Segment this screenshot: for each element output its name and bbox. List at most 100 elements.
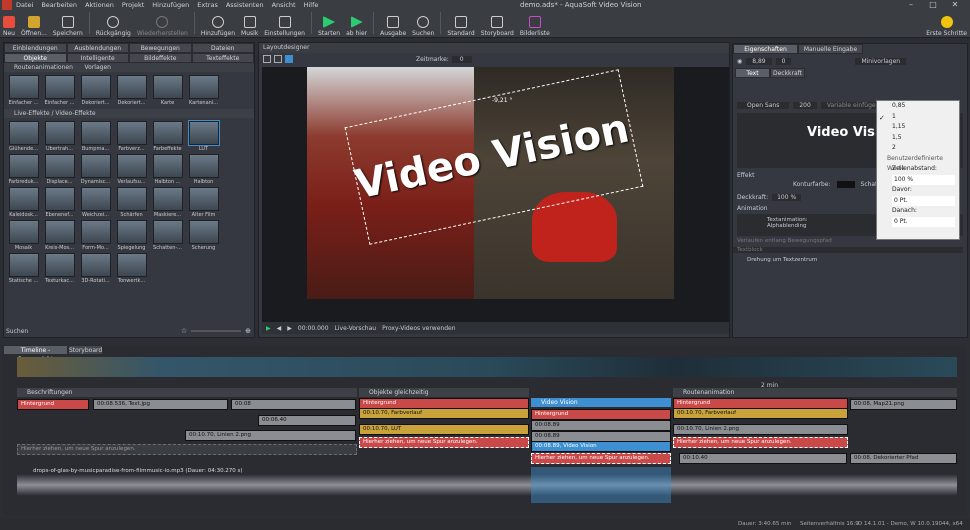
menu-extras[interactable]: Extras — [193, 1, 222, 9]
zoom-in-icon[interactable]: ⊕ — [245, 327, 251, 335]
preview-canvas[interactable]: Video Vision -9,21 ° — [262, 67, 729, 322]
save-button[interactable]: Speichern — [50, 9, 86, 37]
new-button[interactable]: Neu — [0, 9, 18, 37]
first-steps-button[interactable]: Erste Schritte — [923, 9, 970, 37]
davor-input[interactable]: 0 Pt. — [892, 195, 955, 206]
clip-lut[interactable]: 00:10.70, LUT — [359, 424, 529, 435]
font-select[interactable]: Open Sans — [737, 102, 790, 109]
clip-0008[interactable]: 00:08 — [231, 399, 356, 410]
effect-thumb[interactable]: Dynamisc... — [80, 154, 111, 185]
add-button[interactable]: Hinzufügen — [198, 9, 238, 37]
tab-deckkraft[interactable]: Deckkraft — [770, 68, 805, 78]
preview-next-icon[interactable]: ▶ — [287, 325, 292, 332]
effect-thumb[interactable]: Spiegelung — [116, 220, 147, 251]
clip-linien-2b[interactable]: 00:10.70, Linien 2.png — [673, 424, 848, 435]
group-objekte[interactable]: Objekte gleichzeitig — [359, 388, 529, 397]
preview-play-icon[interactable]: ▶ — [266, 325, 271, 332]
effect-thumb[interactable]: Farbeffekte — [152, 121, 183, 152]
effect-thumb[interactable]: Displace... — [44, 154, 75, 185]
clip-farbverlauf-2[interactable]: 00:10.70, Farbverlauf — [673, 408, 848, 419]
minimize-icon[interactable]: – — [900, 0, 922, 9]
tab-manuelle-eingabe[interactable]: Manuelle Eingabe — [798, 44, 863, 54]
drop-zone-1[interactable]: Hierher ziehen, um neue Spur anzulegen. — [359, 437, 529, 448]
drehung-checkbox[interactable]: Drehung um Textzentrum — [733, 257, 967, 263]
clip-hintergrund-3[interactable]: Hintergrund — [531, 409, 671, 420]
effect-thumb[interactable]: Kaleidosk... — [8, 187, 39, 218]
group-routenanimation[interactable]: Routenanimation — [673, 388, 957, 397]
menu-hilfe[interactable]: Hilfe — [300, 1, 323, 9]
menu-assistenten[interactable]: Assistenten — [222, 1, 268, 9]
grid-tool-icon[interactable] — [274, 55, 282, 63]
open-button[interactable]: Öffnen... — [18, 9, 50, 37]
effect-thumb[interactable]: Texturkac... — [44, 253, 75, 284]
angle-input[interactable]: 8,89 — [746, 57, 772, 65]
effect-thumb[interactable]: Farbreduk... — [8, 154, 39, 185]
standard-view-button[interactable]: Standard — [444, 9, 477, 37]
menu-datei[interactable]: Datei — [12, 1, 37, 9]
tab-vorlagen[interactable]: Intelligente Vorlagen — [66, 53, 129, 71]
group-video-vision[interactable]: Video Vision — [531, 398, 671, 407]
menu-ansicht[interactable]: Ansicht — [268, 1, 300, 9]
effect-thumb[interactable]: Glühende... — [8, 121, 39, 152]
menu-bearbeiten[interactable]: Bearbeiten — [37, 1, 81, 9]
drop-zone-2[interactable]: Hierher ziehen, um neue Spur anzulegen. — [531, 453, 671, 464]
favorite-icon[interactable]: ☆ — [181, 327, 187, 335]
effect-thumb[interactable]: Übertrah... — [44, 121, 75, 152]
zeilenabstand-input[interactable]: 100 % — [892, 174, 955, 185]
select-tool-icon[interactable] — [263, 55, 271, 63]
danach-input[interactable]: 0 Pt. — [892, 216, 955, 227]
effect-thumb[interactable]: Einfacher ... — [44, 75, 75, 106]
tab-storyboard[interactable]: Storyboard — [68, 345, 103, 355]
effect-thumb[interactable]: 3D-Rotati... — [80, 253, 111, 284]
storyboard-view-button[interactable]: Storyboard — [478, 9, 517, 37]
effect-thumb[interactable]: Schärfen — [116, 187, 147, 218]
clip-dekorierter-pfad[interactable]: 00:08, Dekorierter Pfad — [850, 453, 957, 464]
effect-thumb[interactable]: Tonwertk... — [116, 253, 147, 284]
drop-zone-0[interactable]: Hierher ziehen, um neue Spur anzulegen. — [17, 444, 357, 455]
tab-dateien[interactable]: Dateien — [191, 43, 254, 53]
offset-input[interactable]: 0 — [775, 57, 792, 65]
clip-map21[interactable]: 00:08, Map21.png — [850, 399, 957, 410]
clip-video-vision[interactable]: 00:08.89, Video Vision — [531, 441, 671, 452]
effect-thumb[interactable]: Kreis-Mos... — [44, 220, 75, 251]
image-list-button[interactable]: Bilderliste — [517, 9, 553, 37]
preview-prev-icon[interactable]: ◀ — [277, 325, 282, 332]
eye-icon[interactable]: ◉ — [737, 58, 742, 65]
tab-einblendungen[interactable]: Einblendungen — [4, 43, 67, 53]
deckkraft-input[interactable]: 100 % — [772, 194, 802, 201]
clip-hintergrund-1[interactable]: Hintergrund — [17, 399, 89, 410]
textblock-select[interactable]: Textblock — [733, 247, 963, 253]
live-preview-toggle[interactable]: Live-Vorschau — [335, 325, 377, 332]
effect-thumb[interactable]: Schatten-... — [152, 220, 183, 251]
effect-thumb[interactable]: Bumpma... — [80, 121, 111, 152]
close-icon[interactable]: ✕ — [944, 0, 966, 9]
effect-thumb[interactable]: Karte — [152, 75, 183, 106]
menu-projekt[interactable]: Projekt — [118, 1, 148, 9]
effect-thumb[interactable]: Farbverz... — [116, 121, 147, 152]
effect-thumb[interactable]: LUT — [187, 120, 220, 152]
clip-000640[interactable]: 00:06.40 — [258, 415, 356, 426]
effect-thumb[interactable]: Maskiere... — [152, 187, 183, 218]
effect-thumb[interactable]: Verlaufsu... — [116, 154, 147, 185]
path-tool-icon[interactable] — [285, 55, 293, 63]
clip-farbverlauf-1[interactable]: 00:10.70, Farbverlauf — [359, 408, 529, 419]
clip-linien-2[interactable]: 00:10.70, Linien 2.png — [185, 430, 356, 441]
maximize-icon[interactable]: □ — [922, 0, 944, 9]
effect-thumb[interactable]: Ebenenef... — [44, 187, 75, 218]
menu-aktionen[interactable]: Aktionen — [81, 1, 118, 9]
effect-thumb[interactable]: Einfacher ... — [8, 75, 39, 106]
group-beschriftungen[interactable]: Beschriftungen — [17, 388, 357, 397]
spacing-option-085[interactable]: 0,85 — [877, 101, 959, 112]
section-routenanimationen[interactable]: Routenanimationen — [4, 63, 254, 72]
effect-thumb[interactable]: Halbton ... — [152, 154, 183, 185]
redo-button[interactable]: Wiederherstellen — [134, 9, 191, 37]
tab-objekte[interactable]: Objekte — [4, 53, 67, 63]
tab-text[interactable]: Text — [735, 68, 770, 78]
tab-bildeffekte[interactable]: Bildeffekte — [129, 53, 192, 63]
effect-thumb[interactable]: Kartenani... — [188, 75, 219, 106]
tab-texteffekte[interactable]: Texteffekte — [191, 53, 254, 63]
font-size-input[interactable]: 200 — [793, 102, 817, 109]
tab-ausblendungen[interactable]: Ausblendungen — [66, 43, 129, 53]
kontur-swatch[interactable] — [836, 181, 855, 188]
effect-thumb[interactable]: Mosaik — [8, 220, 39, 251]
